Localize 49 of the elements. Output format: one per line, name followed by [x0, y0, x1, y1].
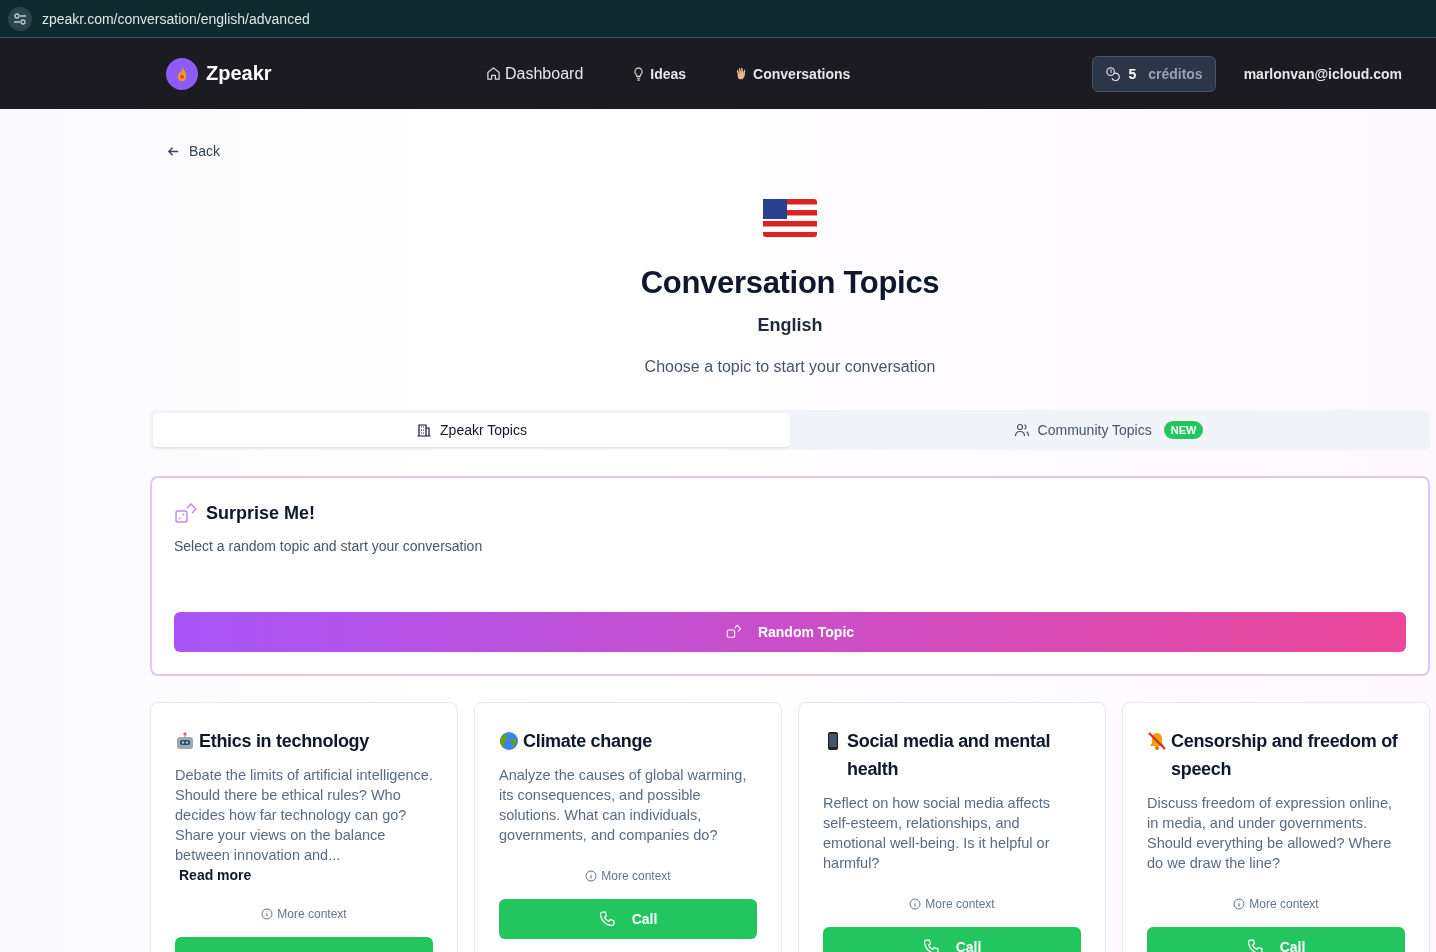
random-topic-button[interactable]: Random Topic — [174, 611, 1406, 652]
card-title: Surprise Me! — [206, 503, 316, 524]
tab[interactable]: Zpeakr Topics — [153, 412, 790, 447]
globe-icon — [499, 730, 519, 751]
flame-logo-icon — [166, 57, 198, 90]
nav-link[interactable]: Dashboard — [486, 64, 584, 83]
topic-description: Analyze the causes of global warming, its consequences, and possible solutions. What can individuals, governments, and companies do? — [499, 765, 748, 845]
muted-bell-icon — [1147, 730, 1167, 751]
page-title: Conversation Topics — [640, 264, 940, 301]
topic-description: Debate the limits of artificial intelligence. Should there be ethical rules? Who decides how far technology can go? Share your views on the balance between innovation and... — [175, 765, 433, 865]
topic-description: Reflect on how social media affects self-esteem, relationships, and emotional well-being. Is it helpful or harmful? — [823, 793, 1051, 873]
topic-title: Censorship and freedom of speech — [1171, 729, 1399, 781]
new-badge: NEW — [1163, 420, 1204, 439]
phone-icon — [1246, 938, 1264, 952]
topic-title: Ethics in technology — [199, 729, 370, 753]
users-icon — [1013, 421, 1030, 438]
read-more-link[interactable]: Read more — [179, 866, 433, 883]
more-context-link[interactable]: More context — [1233, 896, 1319, 911]
info-icon — [1233, 897, 1246, 910]
dice-icon — [725, 623, 742, 640]
url-text[interactable]: zpeakr.com/conversation/english/advanced — [42, 10, 310, 27]
dice-icon — [174, 501, 198, 526]
flag-icon — [763, 198, 817, 237]
info-icon — [585, 869, 598, 882]
robot-icon — [175, 730, 195, 751]
card-description: Select a random topic and start your conversation — [174, 537, 484, 554]
topic-description: Discuss freedom of expression online, in media, and under governments. Should everything be allowed? Where do we draw the line? — [1147, 793, 1393, 873]
nav-link[interactable]: Ideas — [631, 65, 687, 82]
coins-icon — [1105, 66, 1121, 81]
settings-icon[interactable] — [8, 6, 32, 31]
info-icon — [909, 897, 922, 910]
brand-name[interactable]: Zpeakr — [206, 62, 272, 85]
more-context-link[interactable]: More context — [909, 896, 995, 911]
tab[interactable]: Community Topics NEW — [790, 412, 1427, 447]
credits-button[interactable]: 5 créditos — [1092, 55, 1216, 92]
info-icon — [261, 907, 274, 920]
more-context-link[interactable]: More context — [585, 868, 671, 883]
page-subtitle: Choose a topic to start your conversation — [644, 357, 936, 376]
user-email[interactable]: marlonvan@icloud.com — [1243, 65, 1402, 82]
building-icon — [416, 421, 433, 438]
language-label: English — [757, 314, 823, 336]
phone-icon — [598, 910, 616, 927]
topic-title: Climate change — [523, 729, 652, 753]
more-context-link[interactable]: More context — [261, 906, 347, 921]
topic-title: Social media and mental health — [847, 729, 1052, 781]
phone-icon — [922, 938, 940, 952]
back-link[interactable]: Back — [166, 143, 221, 159]
nav-link[interactable]: Conversations — [734, 65, 851, 82]
house-icon — [486, 66, 501, 81]
